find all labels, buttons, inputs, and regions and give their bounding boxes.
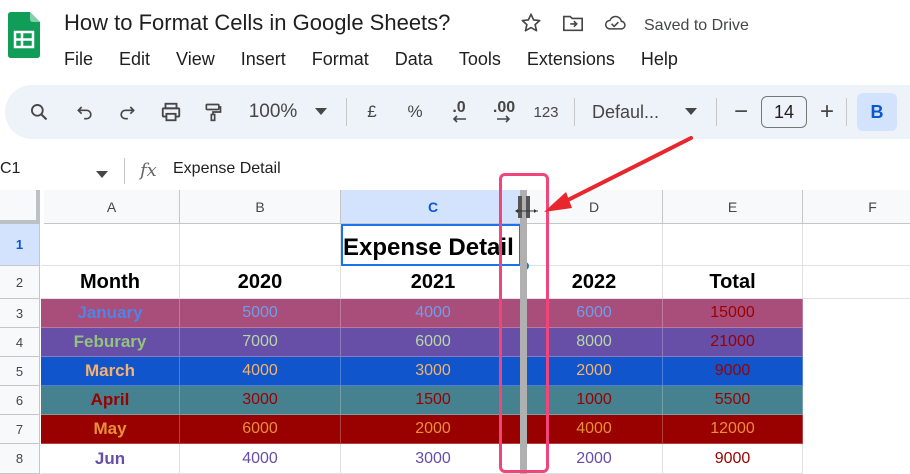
cell-month-row-3[interactable]: January (41, 299, 180, 328)
name-box[interactable]: C1 (0, 160, 20, 178)
redo-icon[interactable] (114, 85, 140, 139)
menu-tools[interactable]: Tools (459, 49, 501, 70)
column-header-b[interactable]: B (180, 190, 341, 224)
column-header-f[interactable]: F (803, 190, 910, 224)
cell-b1[interactable] (180, 224, 341, 266)
column-header-a[interactable]: A (44, 190, 180, 224)
menu-view[interactable]: View (176, 49, 215, 70)
menu-edit[interactable]: Edit (119, 49, 150, 70)
cell-total-row-8[interactable]: 9000 (663, 444, 803, 474)
fx-icon: fx (140, 160, 157, 181)
header-month[interactable]: Month (41, 266, 180, 299)
cell-total-row-5[interactable]: 9000 (663, 357, 803, 386)
cell-total-row-6[interactable]: 5500 (663, 386, 803, 415)
menu-file[interactable]: File (64, 49, 93, 70)
cell-month-row-7[interactable]: May (41, 415, 180, 444)
cloud-saved-icon[interactable] (604, 12, 626, 34)
cell-v2020-row-5[interactable]: 4000 (180, 357, 341, 386)
menu-bar: File Edit View Insert Format Data Tools … (64, 49, 704, 70)
cell-total-row-4[interactable]: 21000 (663, 328, 803, 357)
increase-decimal-button[interactable]: .00 (488, 85, 520, 139)
cell-total-row-3[interactable]: 15000 (663, 299, 803, 328)
cell-f2[interactable] (803, 266, 910, 299)
paint-format-icon[interactable] (200, 85, 226, 139)
increase-decimal-label: .00 (492, 99, 516, 116)
row-header-5[interactable]: 5 (0, 357, 40, 386)
cell-f1[interactable] (803, 224, 910, 266)
row-header-4[interactable]: 4 (0, 328, 40, 357)
formula-input[interactable]: Expense Detail (173, 160, 281, 178)
row-header-2[interactable]: 2 (0, 266, 40, 299)
cell-v2020-row-3[interactable]: 5000 (180, 299, 341, 328)
cell-e1[interactable] (663, 224, 803, 266)
header-2020[interactable]: 2020 (180, 266, 341, 299)
font-chevron-down-icon[interactable] (682, 85, 700, 139)
cell-v2020-row-6[interactable]: 3000 (180, 386, 341, 415)
cell-v2020-row-4[interactable]: 7000 (180, 328, 341, 357)
font-select[interactable]: Defaul... (592, 85, 672, 139)
print-icon[interactable] (157, 85, 185, 139)
row-header-6[interactable]: 6 (0, 386, 40, 415)
star-icon[interactable] (520, 12, 542, 34)
bold-button[interactable]: B (857, 93, 897, 131)
cell-month-row-8[interactable]: Jun (41, 444, 180, 474)
select-all-corner[interactable] (0, 190, 40, 224)
search-icon[interactable] (26, 85, 52, 139)
header-total[interactable]: Total (663, 266, 803, 299)
row-header-8[interactable]: 8 (0, 444, 40, 474)
menu-data[interactable]: Data (395, 49, 433, 70)
chevron-down-icon[interactable] (312, 85, 330, 139)
sheets-logo-icon[interactable] (8, 12, 40, 58)
font-size-decrease-button[interactable]: − (730, 85, 752, 139)
row-header-3[interactable]: 3 (0, 299, 40, 328)
saved-status: Saved to Drive (644, 17, 749, 34)
number-format-button[interactable]: 123 (530, 85, 562, 139)
zoom-select[interactable]: 100% (244, 85, 302, 139)
cell-a1[interactable] (41, 224, 180, 266)
cell-v2020-row-7[interactable]: 6000 (180, 415, 341, 444)
menu-extensions[interactable]: Extensions (527, 49, 615, 70)
pointer-arrow-icon (536, 132, 696, 221)
decrease-decimal-button[interactable]: .0 (444, 85, 474, 139)
cell-month-row-6[interactable]: April (41, 386, 180, 415)
move-folder-icon[interactable] (562, 12, 584, 34)
percent-button[interactable]: % (402, 85, 428, 139)
undo-icon[interactable] (72, 85, 98, 139)
row-header-1[interactable]: 1 (0, 224, 40, 266)
sheet-title: Expense Detail (343, 234, 514, 261)
cell-total-row-7[interactable]: 12000 (663, 415, 803, 444)
font-size-increase-button[interactable]: + (816, 85, 838, 139)
cell-v2020-row-8[interactable]: 4000 (180, 444, 341, 474)
menu-insert[interactable]: Insert (241, 49, 286, 70)
decrease-decimal-label: .0 (452, 99, 466, 116)
currency-button[interactable]: £ (362, 85, 382, 139)
font-size-input[interactable]: 14 (761, 96, 807, 128)
cell-month-row-4[interactable]: Feburary (41, 328, 180, 357)
cell-month-row-5[interactable]: March (41, 357, 180, 386)
document-title[interactable]: How to Format Cells in Google Sheets? (64, 10, 450, 36)
column-f-cells[interactable] (803, 299, 910, 474)
menu-help[interactable]: Help (641, 49, 678, 70)
menu-format[interactable]: Format (312, 49, 369, 70)
row-header-7[interactable]: 7 (0, 415, 40, 444)
name-box-chevron-icon[interactable] (96, 166, 108, 184)
